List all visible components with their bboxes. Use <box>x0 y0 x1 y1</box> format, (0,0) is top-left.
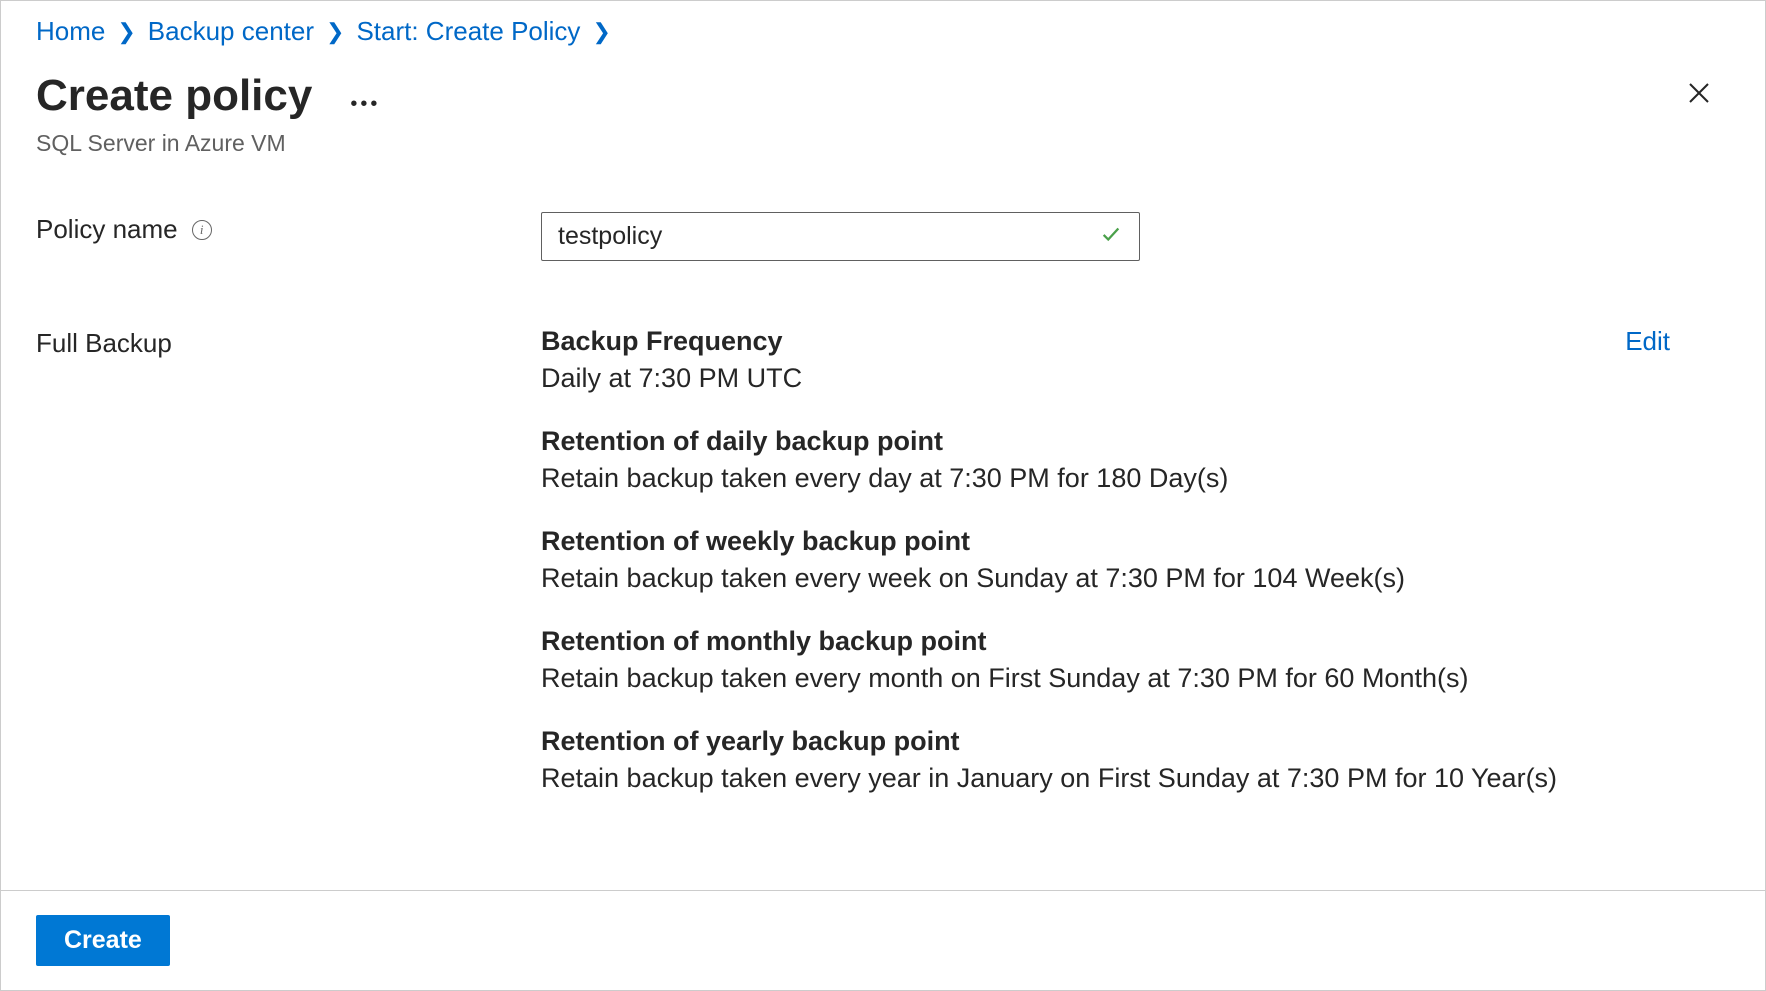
page-title: Create policy <box>36 72 312 120</box>
info-icon[interactable]: i <box>192 220 212 240</box>
detail-monthly-retention: Retention of monthly backup point Retain… <box>541 626 1557 694</box>
full-backup-label: Full Backup <box>36 326 541 359</box>
breadcrumb: Home ❯ Backup center ❯ Start: Create Pol… <box>36 16 1730 47</box>
breadcrumb-home[interactable]: Home <box>36 16 105 47</box>
create-button[interactable]: Create <box>36 915 170 966</box>
chevron-right-icon: ❯ <box>117 19 135 45</box>
page-subtitle: SQL Server in Azure VM <box>36 130 380 157</box>
chevron-right-icon: ❯ <box>592 19 610 45</box>
detail-value: Retain backup taken every year in Januar… <box>541 763 1557 794</box>
full-backup-details: Backup Frequency Daily at 7:30 PM UTC Re… <box>541 326 1557 794</box>
more-actions-button[interactable]: ••• <box>350 94 380 114</box>
detail-weekly-retention: Retention of weekly backup point Retain … <box>541 526 1557 594</box>
detail-frequency: Backup Frequency Daily at 7:30 PM UTC <box>541 326 1557 394</box>
detail-heading: Retention of daily backup point <box>541 426 1557 457</box>
detail-heading: Retention of yearly backup point <box>541 726 1557 757</box>
detail-value: Retain backup taken every day at 7:30 PM… <box>541 463 1557 494</box>
breadcrumb-start-create-policy[interactable]: Start: Create Policy <box>356 16 580 47</box>
breadcrumb-backup-center[interactable]: Backup center <box>148 16 314 47</box>
detail-daily-retention: Retention of daily backup point Retain b… <box>541 426 1557 494</box>
detail-heading: Backup Frequency <box>541 326 1557 357</box>
footer-bar: Create <box>1 890 1765 990</box>
detail-heading: Retention of monthly backup point <box>541 626 1557 657</box>
detail-value: Daily at 7:30 PM UTC <box>541 363 1557 394</box>
checkmark-icon <box>1100 223 1122 251</box>
detail-value: Retain backup taken every month on First… <box>541 663 1557 694</box>
detail-yearly-retention: Retention of yearly backup point Retain … <box>541 726 1557 794</box>
chevron-right-icon: ❯ <box>326 19 344 45</box>
detail-heading: Retention of weekly backup point <box>541 526 1557 557</box>
policy-name-input[interactable] <box>541 212 1140 261</box>
detail-value: Retain backup taken every week on Sunday… <box>541 563 1557 594</box>
close-button[interactable] <box>1683 77 1715 115</box>
policy-name-label: Policy name <box>36 214 178 245</box>
close-icon <box>1687 81 1711 105</box>
edit-full-backup-button[interactable]: Edit <box>1625 326 1730 357</box>
